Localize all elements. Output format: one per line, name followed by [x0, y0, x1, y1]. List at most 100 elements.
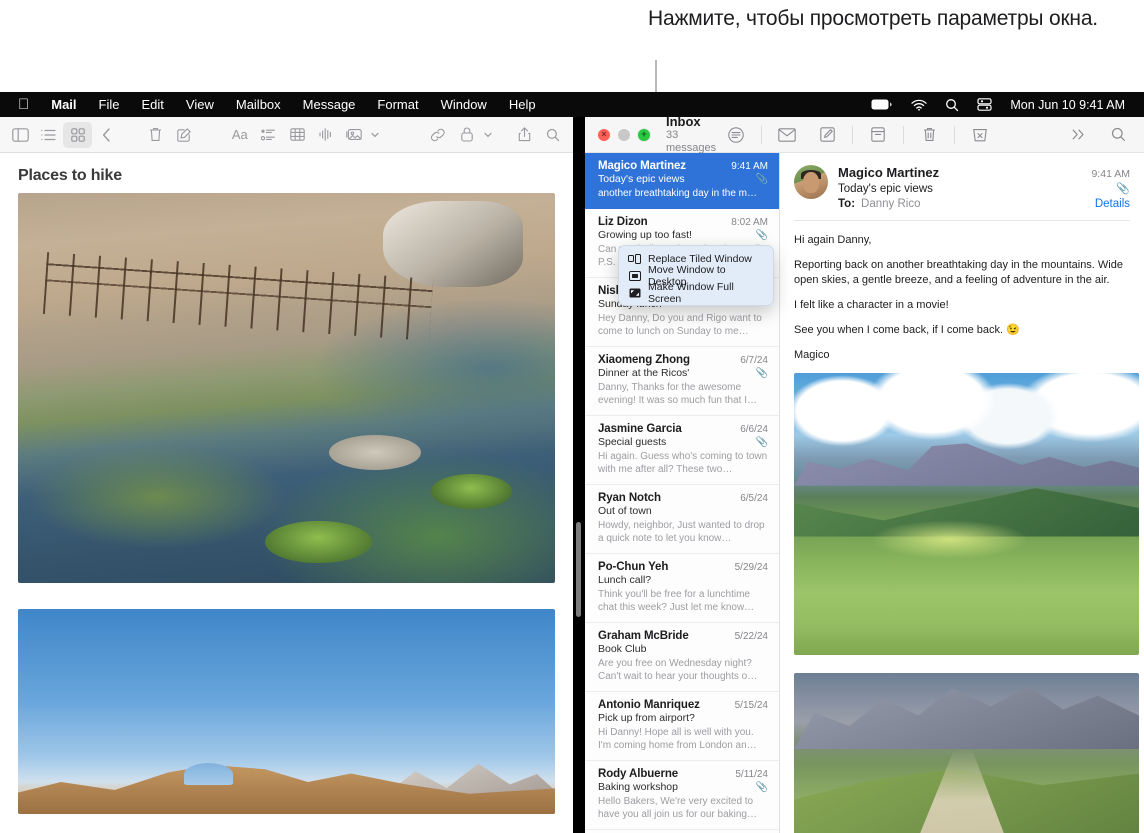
menu-item-mailbox[interactable]: Mailbox	[225, 97, 292, 112]
menu-item-help[interactable]: Help	[498, 97, 547, 112]
menu-item-view[interactable]: View	[175, 97, 225, 112]
message-preview: Hi again. Guess who's coming to town wit…	[598, 450, 768, 476]
get-mail-icon[interactable]	[767, 122, 807, 148]
close-button[interactable]: ×	[598, 129, 610, 141]
lock-icon[interactable]	[453, 122, 482, 148]
message-time: 9:41 AM	[1091, 168, 1130, 180]
message-sender-name: Magico Martinez	[838, 165, 939, 180]
menu-item-message[interactable]: Message	[292, 97, 367, 112]
message-list-item[interactable]: Graham McBride 5/22/24 Book Club Are you…	[585, 623, 779, 692]
alpine-meadow-photo[interactable]	[794, 373, 1139, 655]
menu-item-mail[interactable]: Mail	[40, 97, 87, 112]
link-icon[interactable]	[424, 122, 453, 148]
message-date: 8:02 AM	[731, 217, 768, 228]
avatar[interactable]	[794, 165, 828, 199]
wifi-icon[interactable]	[902, 99, 936, 111]
menu-bar-clock[interactable]: Mon Jun 10 9:41 AM	[1001, 98, 1134, 112]
chevron-down-icon[interactable]	[369, 122, 382, 148]
attachment-icon[interactable]: 📎	[1116, 182, 1130, 195]
menu-item-window[interactable]: Window	[430, 97, 498, 112]
media-icon[interactable]	[340, 122, 369, 148]
desktop-screen:  Mail File Edit View Mailbox Message Fo…	[0, 92, 1144, 833]
junk-icon[interactable]	[960, 122, 1000, 148]
message-sender: Ryan Notch	[598, 492, 661, 504]
close-icon: ×	[598, 129, 610, 141]
chevron-down-icon[interactable]	[481, 122, 494, 148]
apple-menu-icon[interactable]: 	[0, 97, 40, 112]
menu-item-format[interactable]: Format	[366, 97, 429, 112]
menu-bar-status-area: Mon Jun 10 9:41 AM	[862, 98, 1144, 112]
toolbar-divider	[852, 126, 853, 144]
back-icon[interactable]	[92, 122, 121, 148]
search-icon[interactable]	[936, 98, 968, 112]
message-subject: Pick up from airport?	[598, 712, 695, 724]
sidebar-icon[interactable]	[6, 122, 35, 148]
mountain-trail-photo[interactable]	[794, 673, 1139, 833]
message-sender: Xiaomeng Zhong	[598, 354, 690, 366]
message-sender: Rody Albuerne	[598, 768, 678, 780]
message-list-item[interactable]: Magico Martinez 9:41 AM Today's epic vie…	[585, 153, 779, 209]
notes-scrollbar-thumb[interactable]	[576, 522, 581, 617]
message-preview: Are you free on Wednesday night? Can't w…	[598, 657, 768, 683]
message-date: 6/5/24	[740, 493, 768, 504]
share-icon[interactable]	[510, 122, 539, 148]
message-list-item[interactable]: Xiaomeng Zhong 6/7/24 Dinner at the Rico…	[585, 347, 779, 416]
search-icon[interactable]	[1098, 122, 1138, 148]
more-icon[interactable]	[1058, 122, 1098, 148]
grid-view-icon[interactable]	[63, 122, 92, 148]
message-list-item[interactable]: Antonio Manriquez 5/15/24 Pick up from a…	[585, 692, 779, 761]
meadow-sunlight-shape	[870, 520, 1029, 559]
message-subject: Dinner at the Ricos'	[598, 367, 689, 379]
toolbar-divider	[761, 126, 762, 144]
attachment-icon: 📎	[756, 174, 768, 185]
battery-icon[interactable]	[862, 99, 902, 110]
archive-icon[interactable]	[858, 122, 898, 148]
menu-item-edit[interactable]: Edit	[131, 97, 175, 112]
window-options-menu[interactable]: Replace Tiled Window Move Window to Desk…	[618, 245, 774, 306]
menu-item-file[interactable]: File	[88, 97, 131, 112]
message-sender: Antonio Manriquez	[598, 699, 700, 711]
list-view-icon[interactable]	[35, 122, 64, 148]
message-date: 9:41 AM	[731, 161, 768, 172]
message-paragraph: Hi again Danny,	[794, 233, 1128, 248]
mail-window: × + Inbox 33 messages	[585, 117, 1144, 833]
message-date: 5/11/24	[735, 769, 768, 780]
notes-toolbar: Aa	[0, 117, 573, 153]
filter-icon[interactable]	[716, 122, 756, 148]
message-list-item[interactable]: Po-Chun Yeh 5/29/24 Lunch call? Think yo…	[585, 554, 779, 623]
arch-rock-photo[interactable]	[18, 609, 555, 814]
message-subject: Today's epic views	[598, 173, 685, 185]
message-subject: Book Club	[598, 643, 646, 655]
move-window-to-desktop-icon	[627, 270, 642, 282]
compose-icon[interactable]	[807, 122, 847, 148]
format-text-icon[interactable]: Aa	[225, 122, 254, 148]
message-preview: another breathtaking day in the m…	[598, 187, 768, 200]
compose-icon[interactable]	[170, 122, 199, 148]
attachment-icon: 📎	[756, 368, 768, 379]
message-list-item[interactable]: Ryan Notch 6/5/24 Out of town Howdy, nei…	[585, 485, 779, 554]
control-center-icon[interactable]	[968, 98, 1001, 111]
table-icon[interactable]	[283, 122, 312, 148]
mail-toolbar	[716, 122, 1144, 148]
search-icon[interactable]	[538, 122, 567, 148]
message-list-item[interactable]: Rody Albuerne 5/11/24 Baking workshop 📎 …	[585, 761, 779, 830]
mail-titlebar: × + Inbox 33 messages	[585, 117, 1144, 153]
menu-item-make-window-full-screen[interactable]: Make Window Full Screen	[619, 284, 773, 301]
trash-icon[interactable]	[909, 122, 949, 148]
message-sender: Graham McBride	[598, 630, 689, 642]
hot-springs-photo[interactable]	[18, 193, 555, 583]
message-date: 6/6/24	[740, 424, 768, 435]
arch-opening-shape	[184, 763, 232, 786]
message-sender: Magico Martinez	[598, 160, 686, 172]
maximize-button[interactable]: +	[638, 129, 650, 141]
recipient-label: To:	[838, 198, 855, 210]
trash-icon[interactable]	[141, 122, 170, 148]
checklist-icon[interactable]	[254, 122, 283, 148]
minimize-button[interactable]	[618, 129, 630, 141]
details-link[interactable]: Details	[1095, 198, 1130, 210]
audio-icon[interactable]	[311, 122, 340, 148]
mailbox-name: Inbox	[666, 117, 716, 129]
message-list-item[interactable]: Jasmine Garcia 6/6/24 Special guests 📎 H…	[585, 416, 779, 485]
message-preview: Think you'll be free for a lunchtime cha…	[598, 588, 768, 614]
springs-island-shape	[329, 435, 420, 470]
